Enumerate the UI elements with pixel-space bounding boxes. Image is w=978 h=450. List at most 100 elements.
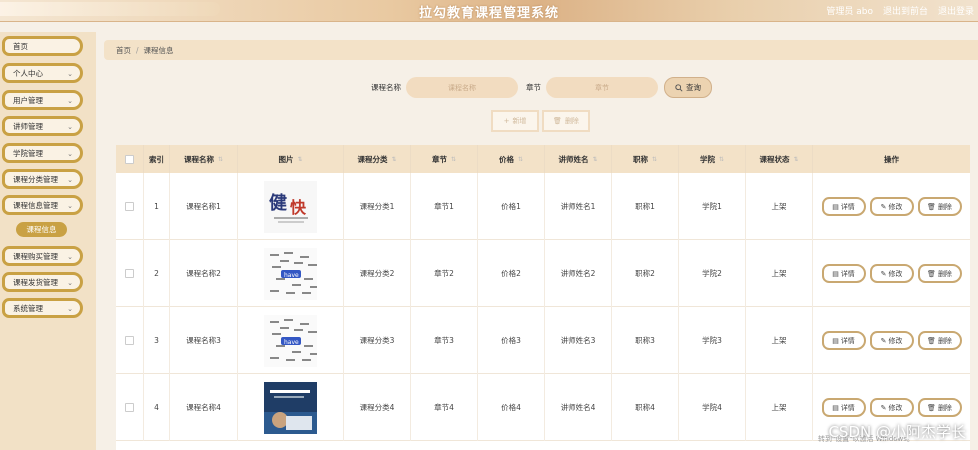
course-name-input[interactable]: 课程名称 (406, 77, 518, 98)
th-teacher-label: 讲师姓名 (558, 154, 589, 164)
edit-button[interactable]: ✎ 修改 (869, 398, 914, 417)
chapter-label: 章节 (526, 83, 541, 92)
batch-delete-button[interactable]: 🗑 删除 (542, 110, 590, 132)
sort-icon[interactable]: ⇅ (793, 156, 798, 163)
sort-icon[interactable]: ⇅ (652, 156, 657, 163)
add-button-label: 新增 (512, 117, 527, 125)
sidebar-item-course-purchase-management[interactable]: 课程购买管理 ⌄ (2, 246, 83, 266)
th-course-name[interactable]: 课程名称 ⇅ (170, 145, 238, 173)
sort-icon[interactable]: ⇅ (391, 156, 396, 163)
delete-button[interactable]: 🗑 删除 (917, 197, 962, 216)
th-chapter[interactable]: 章节 ⇅ (411, 145, 478, 173)
batch-delete-label: 删除 (564, 117, 579, 125)
back-to-frontend-link[interactable]: 退出到前台 (883, 4, 928, 17)
detail-button[interactable]: ▤ 详情 (821, 197, 866, 216)
sidebar-item-user-management[interactable]: 用户管理 ⌄ (2, 90, 83, 110)
select-all-checkbox[interactable] (125, 154, 134, 164)
cell-image: have (238, 240, 344, 307)
th-teacher[interactable]: 讲师姓名 ⇅ (545, 145, 612, 173)
cell-category: 课程分类3 (344, 307, 411, 374)
trash-icon: 🗑 (927, 269, 936, 278)
sort-icon[interactable]: ⇅ (218, 156, 223, 163)
cell-course-name: 课程名称3 (170, 307, 238, 374)
sidebar-item-personal-center[interactable]: 个人中心 ⌄ (2, 63, 83, 83)
detail-button[interactable]: ▤ 详情 (821, 264, 866, 283)
cell-select (116, 173, 144, 240)
cell-status: 上架 (746, 173, 813, 240)
sidebar-item-course-info-management[interactable]: 课程信息管理 ⌄ (2, 195, 83, 215)
search-button[interactable]: 查询 (664, 77, 712, 98)
cell-course-name: 课程名称4 (170, 374, 238, 441)
plus-icon: + (503, 117, 510, 125)
table-row: 2 课程名称2 have 课程分类2 章节2 价格2 讲师姓名2 职称2 学院2 上架 ▤ 详情 ✎ 修改… (116, 240, 970, 307)
breadcrumb-home[interactable]: 首页 (116, 45, 131, 56)
sidebar-item-label: 讲师管理 (13, 121, 43, 131)
th-price-label: 价格 (498, 154, 514, 164)
cell-title: 职称2 (612, 240, 679, 307)
cell-price: 价格4 (478, 374, 545, 441)
th-index: 索引 (144, 145, 170, 173)
delete-button[interactable]: 🗑 删除 (917, 264, 962, 283)
chevron-down-icon: ⌄ (67, 97, 73, 105)
th-title[interactable]: 职称 ⇅ (612, 145, 679, 173)
cell-price: 价格2 (478, 240, 545, 307)
trash-icon: 🗑 (927, 403, 936, 412)
edit-button[interactable]: ✎ 修改 (869, 197, 914, 216)
trash-icon: 🗑 (927, 336, 936, 345)
svg-text:have: have (284, 272, 299, 279)
sidebar-item-label: 课程分类管理 (13, 174, 58, 184)
cell-chapter: 章节4 (411, 374, 478, 441)
admin-user-link[interactable]: 管理员 abo (826, 4, 873, 17)
row-checkbox[interactable] (125, 269, 134, 278)
search-button-label: 查询 (686, 83, 701, 92)
edit-button[interactable]: ✎ 修改 (869, 331, 914, 350)
cell-operations: ▤ 详情 ✎ 修改 🗑 删除 (813, 173, 970, 240)
logout-link[interactable]: 退出登录 (938, 4, 974, 17)
sidebar-item-course-shipping-management[interactable]: 课程发货管理 ⌄ (2, 272, 83, 292)
sort-icon[interactable]: ⇅ (592, 156, 597, 163)
edit-button[interactable]: ✎ 修改 (869, 264, 914, 283)
delete-button[interactable]: 🗑 删除 (917, 331, 962, 350)
chevron-down-icon: ⌄ (67, 150, 73, 158)
row-checkbox[interactable] (125, 336, 134, 345)
edit-button-label: 修改 (888, 403, 903, 412)
add-button[interactable]: + 新增 (491, 110, 539, 132)
sidebar-item-system-management[interactable]: 系统管理 ⌄ (2, 298, 83, 318)
table-row: 3 课程名称3 have 课程分类3 章节3 价格3 讲师姓名3 职称3 学院3 上架 ▤ 详情 ✎ 修改… (116, 307, 970, 374)
th-category[interactable]: 课程分类 ⇅ (344, 145, 411, 173)
th-operations-label: 操作 (884, 154, 899, 164)
th-operations: 操作 (813, 145, 970, 173)
sidebar-item-course-category-management[interactable]: 课程分类管理 ⌄ (2, 169, 83, 189)
detail-button[interactable]: ▤ 详情 (821, 398, 866, 417)
cell-college: 学院1 (679, 173, 746, 240)
th-college[interactable]: 学院 ⇅ (679, 145, 746, 173)
course-name-label: 课程名称 (371, 83, 401, 92)
th-price[interactable]: 价格 ⇅ (478, 145, 545, 173)
th-status[interactable]: 课程状态 ⇅ (746, 145, 813, 173)
chapter-input[interactable]: 章节 (546, 77, 658, 98)
sort-icon[interactable]: ⇅ (518, 156, 523, 163)
sidebar-item-label: 首页 (13, 41, 28, 51)
sidebar-item-home[interactable]: 首页 (2, 36, 83, 56)
cell-teacher: 讲师姓名1 (545, 173, 612, 240)
sort-icon[interactable]: ⇅ (719, 156, 724, 163)
sidebar-subitem-course-info[interactable]: 课程信息 (16, 222, 67, 237)
cell-index: 4 (144, 374, 170, 441)
sidebar-item-college-management[interactable]: 学院管理 ⌄ (2, 143, 83, 163)
th-image[interactable]: 图片 ⇅ (238, 145, 344, 173)
course-thumbnail (264, 381, 317, 434)
th-status-label: 课程状态 (759, 154, 790, 164)
document-icon: ▤ (832, 202, 839, 211)
detail-button[interactable]: ▤ 详情 (821, 331, 866, 350)
delete-button[interactable]: 🗑 删除 (917, 398, 962, 417)
sidebar-item-teacher-management[interactable]: 讲师管理 ⌄ (2, 116, 83, 136)
sort-icon[interactable]: ⇅ (297, 156, 302, 163)
chevron-down-icon: ⌄ (67, 70, 73, 78)
row-checkbox[interactable] (125, 403, 134, 412)
sort-icon[interactable]: ⇅ (451, 156, 456, 163)
cell-chapter: 章节3 (411, 307, 478, 374)
delete-button-label: 删除 (937, 403, 952, 412)
row-checkbox[interactable] (125, 202, 134, 211)
svg-text:快: 快 (290, 198, 307, 217)
search-icon (675, 83, 683, 92)
